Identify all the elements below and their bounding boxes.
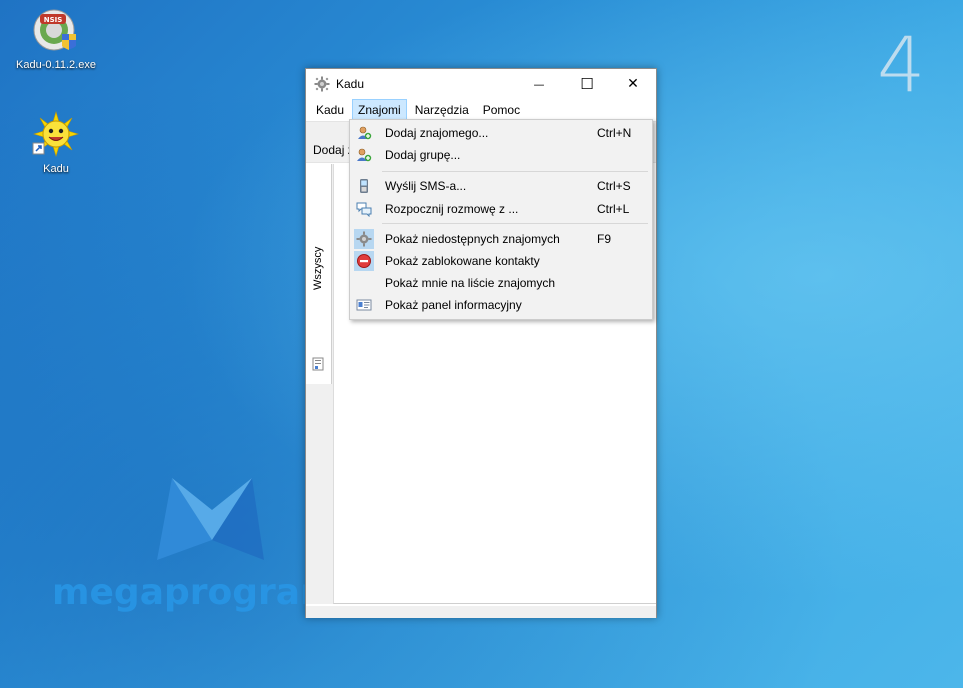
menu-item-show-offline[interactable]: Pokaż niedostępnych znajomych F9 [352, 228, 650, 250]
corner-number: 4 [877, 20, 926, 109]
menu-item-label: Pokaż niedostępnych znajomych [385, 232, 560, 246]
menu-bar: Kadu Znajomi Narzędzia Pomoc [306, 99, 656, 121]
menu-item-shortcut: Ctrl+L [597, 202, 630, 216]
desktop-icon-label: Kadu [43, 163, 69, 175]
menu-item-show-info-panel[interactable]: Pokaż panel informacyjny [352, 294, 650, 316]
svg-text:NSIS: NSIS [44, 16, 63, 24]
menu-item-label: Pokaż mnie na liście znajomych [385, 276, 556, 290]
close-button[interactable]: ✕ [610, 69, 656, 99]
group-tabs: Wszyscy [306, 164, 332, 384]
menu-separator [382, 171, 648, 172]
maximize-button[interactable]: ☐ [564, 69, 610, 99]
tab-wszyscy-label: Wszyscy [312, 246, 324, 290]
add-group-icon [354, 145, 374, 165]
info-panel-icon [354, 295, 374, 315]
status-bar [306, 606, 656, 618]
minimize-button[interactable]: — [516, 69, 562, 99]
menu-item-label: Dodaj znajomego... [385, 126, 489, 140]
desktop-icon-kadu[interactable]: Kadu [16, 110, 96, 175]
znajomi-dropdown-menu: Dodaj znajomego... Ctrl+N Dodaj grupę...… [349, 119, 653, 320]
toolbar-add-button[interactable]: Dodaj z [313, 143, 354, 157]
watermark: megaprogramy.pl [52, 470, 410, 613]
menu-item-show-blocked[interactable]: Pokaż zablokowane kontakty [352, 250, 650, 272]
chat-bubbles-icon [354, 199, 374, 219]
menu-item-add-group[interactable]: Dodaj grupę... [352, 144, 650, 166]
blocked-icon [354, 251, 374, 271]
close-icon: ✕ [627, 76, 639, 92]
phone-icon [354, 176, 374, 196]
menu-item-shortcut: Ctrl+S [597, 179, 631, 193]
menu-item-send-sms[interactable]: Wyślij SMS-a... Ctrl+S [352, 175, 650, 197]
installer-icon: NSIS [33, 9, 76, 51]
menu-narzedzia[interactable]: Narzędzia [409, 99, 475, 121]
window-title: Kadu [336, 77, 365, 91]
watermark-logo-icon [157, 478, 264, 560]
menu-item-add-contact[interactable]: Dodaj znajomego... Ctrl+N [352, 122, 650, 144]
menu-item-start-chat[interactable]: Rozpocznij rozmowę z ... Ctrl+L [352, 198, 650, 220]
menu-item-label: Dodaj grupę... [385, 148, 461, 162]
menu-item-shortcut: F9 [597, 232, 612, 246]
title-bar[interactable]: Kadu — ☐ ✕ [306, 69, 656, 99]
maximize-icon: ☐ [580, 75, 594, 93]
menu-item-label: Pokaż zablokowane kontakty [385, 254, 540, 268]
add-contact-icon [354, 123, 374, 143]
menu-kadu[interactable]: Kadu [310, 99, 350, 121]
menu-pomoc[interactable]: Pomoc [477, 99, 526, 121]
menu-item-show-me[interactable]: Pokaż mnie na liście znajomych [352, 272, 650, 294]
minimize-icon: — [533, 77, 545, 91]
kadu-gear-icon [314, 76, 330, 92]
gear-icon [354, 229, 374, 249]
menu-item-shortcut: Ctrl+N [597, 126, 632, 140]
desktop-icon-label: Kadu-0.11.2.exe [16, 59, 96, 71]
menu-znajomi[interactable]: Znajomi [352, 99, 407, 121]
menu-item-label: Pokaż panel informacyjny [385, 298, 522, 312]
menu-item-label: Wyślij SMS-a... [385, 179, 467, 193]
desktop-icon-kadu-installer[interactable]: NSIS Kadu-0.11.2.exe [16, 6, 96, 71]
menu-item-label: Rozpocznij rozmowę z ... [385, 202, 519, 216]
kadu-sun-icon [32, 110, 80, 158]
group-icon[interactable] [312, 357, 324, 371]
menu-separator [382, 223, 648, 224]
